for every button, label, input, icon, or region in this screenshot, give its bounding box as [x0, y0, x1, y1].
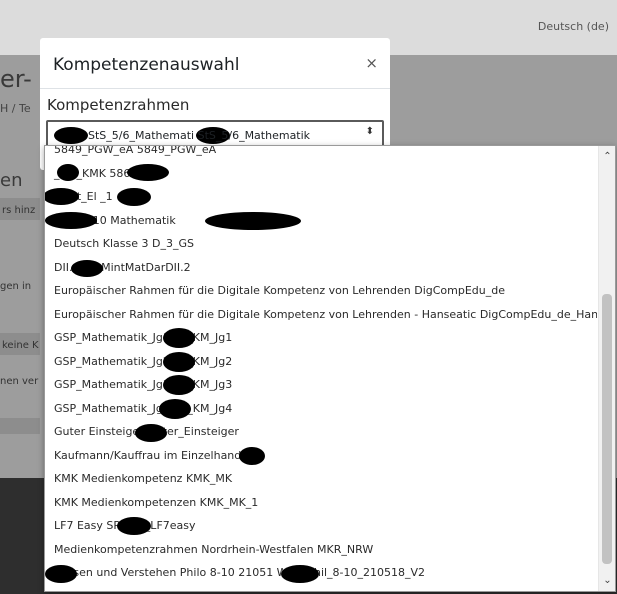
language-menu[interactable]: Deutsch (de) [538, 20, 609, 33]
list-item[interactable]: Medienkompetenzrahmen Nordrhein-Westfale… [45, 538, 597, 562]
list-item[interactable]: GSP_Mathematik_Jg3 gp_KM_Jg3 [45, 373, 597, 397]
dropdown-scrollbar[interactable]: ⌃ ⌄ [598, 146, 615, 591]
redaction-mark [45, 212, 97, 229]
list-item[interactable]: GSP_Mathematik_Jg4 gp_KM_Jg4 [45, 397, 597, 421]
redaction-mark [159, 399, 191, 419]
redaction-mark [45, 188, 79, 205]
selected-value: StS_5/6_Mathemati StS_5/6_Mathematik [88, 129, 311, 142]
redaction-mark [45, 565, 77, 583]
background-row: rs hinz [0, 198, 40, 220]
list-item[interactable]: Klasse 10 Mathematik [45, 209, 597, 233]
redaction-mark [117, 188, 151, 206]
list-item[interactable]: 5849_PGW_eA 5849_PGW_eA [45, 146, 597, 162]
redaction-mark [163, 328, 195, 348]
redaction-mark [71, 260, 103, 277]
list-item[interactable]: Wissen und Verstehen Philo 8-10 21051 Wi… [45, 561, 597, 585]
redaction-mark [239, 447, 265, 465]
list-item[interactable]: GSP_Mathematik_Jg2 gp_KM_Jg2 [45, 350, 597, 374]
list-item[interactable]: KMK Medienkompetenzen KMK_MK_1 [45, 491, 597, 515]
background-breadcrumb: H / Te [0, 102, 31, 115]
background-heading: en [0, 170, 23, 191]
scrollbar-thumb[interactable] [602, 294, 612, 564]
redaction-mark [163, 352, 195, 372]
list-item[interactable]: Kaufmann/Kauffrau im Einzelhandel [45, 444, 597, 468]
redaction-mark [163, 375, 195, 395]
list-item[interactable]: DII. WissMintMatDarDII.2 [45, 256, 597, 280]
list-item[interactable]: GSP_Mathematik_Jg1 gp_KM_Jg1 [45, 326, 597, 350]
list-item[interactable]: KMK Medienkompetenz KMK_MK [45, 467, 597, 491]
competency-framework-label: Kompetenzrahmen [47, 96, 190, 114]
scroll-up-icon[interactable]: ⌃ [599, 148, 615, 165]
redaction-mark [205, 212, 301, 230]
redaction-mark [281, 565, 319, 583]
dialog-divider [40, 88, 390, 89]
dialog-title: Kompetenzenauswahl [53, 55, 240, 75]
redaction-mark [117, 517, 151, 535]
redaction-mark [54, 127, 88, 144]
list-item[interactable]: Europäischer Rahmen für die Digitale Kom… [45, 279, 597, 303]
background-text: nen ver [0, 376, 39, 387]
list-item[interactable]: Deutsch Klasse 3 D_3_GS [45, 232, 597, 256]
redaction-mark [57, 164, 79, 181]
background-row: keine K [0, 333, 40, 355]
redaction-mark [135, 424, 167, 442]
redaction-mark [127, 164, 169, 181]
background-row [0, 418, 40, 434]
background-page-title: er- u [0, 65, 40, 93]
background-text: gen in [0, 281, 32, 292]
select-arrows-icon: ⬍ [365, 126, 374, 137]
close-icon[interactable]: × [365, 54, 378, 72]
scroll-down-icon[interactable]: ⌄ [599, 572, 615, 589]
list-item[interactable]: Europäischer Rahmen für die Digitale Kom… [45, 303, 597, 327]
list-item[interactable]: Guter Einsteiger Guter_Einsteiger [45, 420, 597, 444]
competency-framework-options[interactable]: 5849_PGW_eA 5849_PGW_eA _hlg_KMK 586401 … [44, 145, 616, 592]
